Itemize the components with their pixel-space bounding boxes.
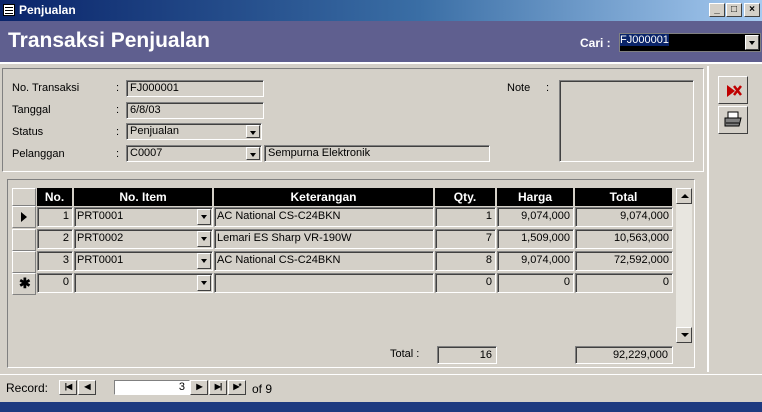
cell-item[interactable]: PRT0001 (74, 207, 213, 227)
cell-total[interactable]: 10,563,000 (575, 229, 673, 249)
row-selector[interactable] (12, 229, 36, 251)
no-transaksi-label: No. Transaksi (12, 82, 80, 94)
cell-no[interactable]: 3 (37, 251, 73, 271)
tanggal-label: Tanggal (12, 104, 51, 116)
column-header-harga: Harga (497, 188, 574, 206)
chevron-down-icon[interactable] (197, 209, 211, 225)
chevron-down-icon[interactable] (745, 35, 759, 50)
form-icon (3, 4, 15, 16)
next-record-button[interactable]: ▶ (190, 380, 208, 395)
column-header-keterangan: Keterangan (214, 188, 434, 206)
vertical-scrollbar[interactable] (676, 188, 692, 343)
new-record-icon: ✱ (19, 275, 31, 291)
page-title: Transaksi Penjualan (8, 29, 210, 52)
row-selector[interactable] (12, 251, 36, 273)
window-title: Penjualan (19, 3, 76, 17)
cell-harga[interactable]: 9,074,000 (497, 207, 574, 227)
cell-qty[interactable]: 0 (435, 273, 496, 293)
cell-qty[interactable]: 1 (435, 207, 496, 227)
maximize-button[interactable]: □ (726, 3, 742, 17)
cell-item[interactable]: PRT0002 (74, 229, 213, 249)
cell-harga[interactable]: 1,509,000 (497, 229, 574, 249)
note-label: Note (507, 82, 531, 94)
scroll-down-button[interactable] (676, 327, 692, 343)
colon: : (546, 82, 550, 94)
cell-qty[interactable]: 7 (435, 229, 496, 249)
chevron-down-icon[interactable] (246, 147, 260, 160)
cell-no[interactable]: 1 (37, 207, 73, 227)
note-field[interactable] (559, 80, 694, 162)
new-record-button[interactable]: ▶* (228, 380, 246, 395)
pelanggan-name-field: Sempurna Elektronik (264, 145, 490, 162)
new-row-selector[interactable]: ✱ (12, 273, 36, 295)
cell-keterangan[interactable] (214, 273, 434, 293)
search-combo-value: FJ000001 (620, 34, 669, 46)
total-label: Total : (390, 348, 420, 360)
search-combo[interactable]: FJ000001 (619, 33, 761, 52)
total-amount-field: 92,229,000 (575, 346, 673, 364)
column-header-qty: Qty. (435, 188, 496, 206)
pelanggan-label: Pelanggan (12, 148, 65, 160)
row-selector[interactable] (12, 206, 36, 228)
chevron-down-icon[interactable] (246, 125, 260, 138)
status-combo[interactable]: Penjualan (126, 123, 262, 140)
chevron-down-icon[interactable] (197, 253, 211, 269)
corner-header (12, 188, 36, 206)
print-icon (724, 111, 742, 127)
column-header-no: No. (37, 188, 73, 206)
colon: : (116, 82, 120, 94)
colon: : (116, 126, 120, 138)
record-count: of 9 (252, 382, 273, 396)
cell-harga[interactable]: 0 (497, 273, 574, 293)
cell-item[interactable] (74, 273, 213, 293)
colon: : (116, 148, 120, 160)
chevron-down-icon[interactable] (197, 231, 211, 247)
title-bar: Penjualan _ □ × (0, 0, 762, 21)
search-label: Cari : (580, 36, 611, 50)
delete-icon (727, 85, 742, 97)
cell-no[interactable]: 2 (37, 229, 73, 249)
minimize-button[interactable]: _ (709, 3, 725, 17)
chevron-down-icon[interactable] (197, 275, 211, 291)
print-button[interactable] (718, 106, 748, 134)
cell-keterangan[interactable]: AC National CS-C24BKN (214, 207, 434, 227)
delete-button[interactable] (718, 76, 748, 104)
pelanggan-combo[interactable]: C0007 (126, 145, 262, 162)
cell-qty[interactable]: 8 (435, 251, 496, 271)
cell-total[interactable]: 0 (575, 273, 673, 293)
record-label: Record: (6, 381, 49, 395)
cell-total[interactable]: 9,074,000 (575, 207, 673, 227)
previous-record-button[interactable]: ◀ (78, 380, 96, 395)
record-number-input[interactable]: 3 (114, 380, 190, 395)
scroll-up-button[interactable] (676, 188, 692, 204)
cell-keterangan[interactable]: Lemari ES Sharp VR-190W (214, 229, 434, 249)
colon: : (116, 104, 120, 116)
cell-item[interactable]: PRT0001 (74, 251, 213, 271)
cell-total[interactable]: 72,592,000 (575, 251, 673, 271)
status-label: Status (12, 126, 44, 138)
close-button[interactable]: × (744, 3, 760, 17)
last-record-button[interactable]: ▶| (209, 380, 227, 395)
cell-keterangan[interactable]: AC National CS-C24BKN (214, 251, 434, 271)
cell-harga[interactable]: 9,074,000 (497, 251, 574, 271)
no-transaksi-field[interactable]: FJ000001 (126, 80, 264, 97)
column-header-item: No. Item (74, 188, 213, 206)
total-qty-field: 16 (437, 346, 497, 364)
column-header-total: Total (575, 188, 673, 206)
taskbar-strip (0, 402, 762, 412)
tanggal-field[interactable]: 6/8/03 (126, 102, 264, 119)
first-record-button[interactable]: |◀ (59, 380, 77, 395)
cell-no[interactable]: 0 (37, 273, 73, 293)
